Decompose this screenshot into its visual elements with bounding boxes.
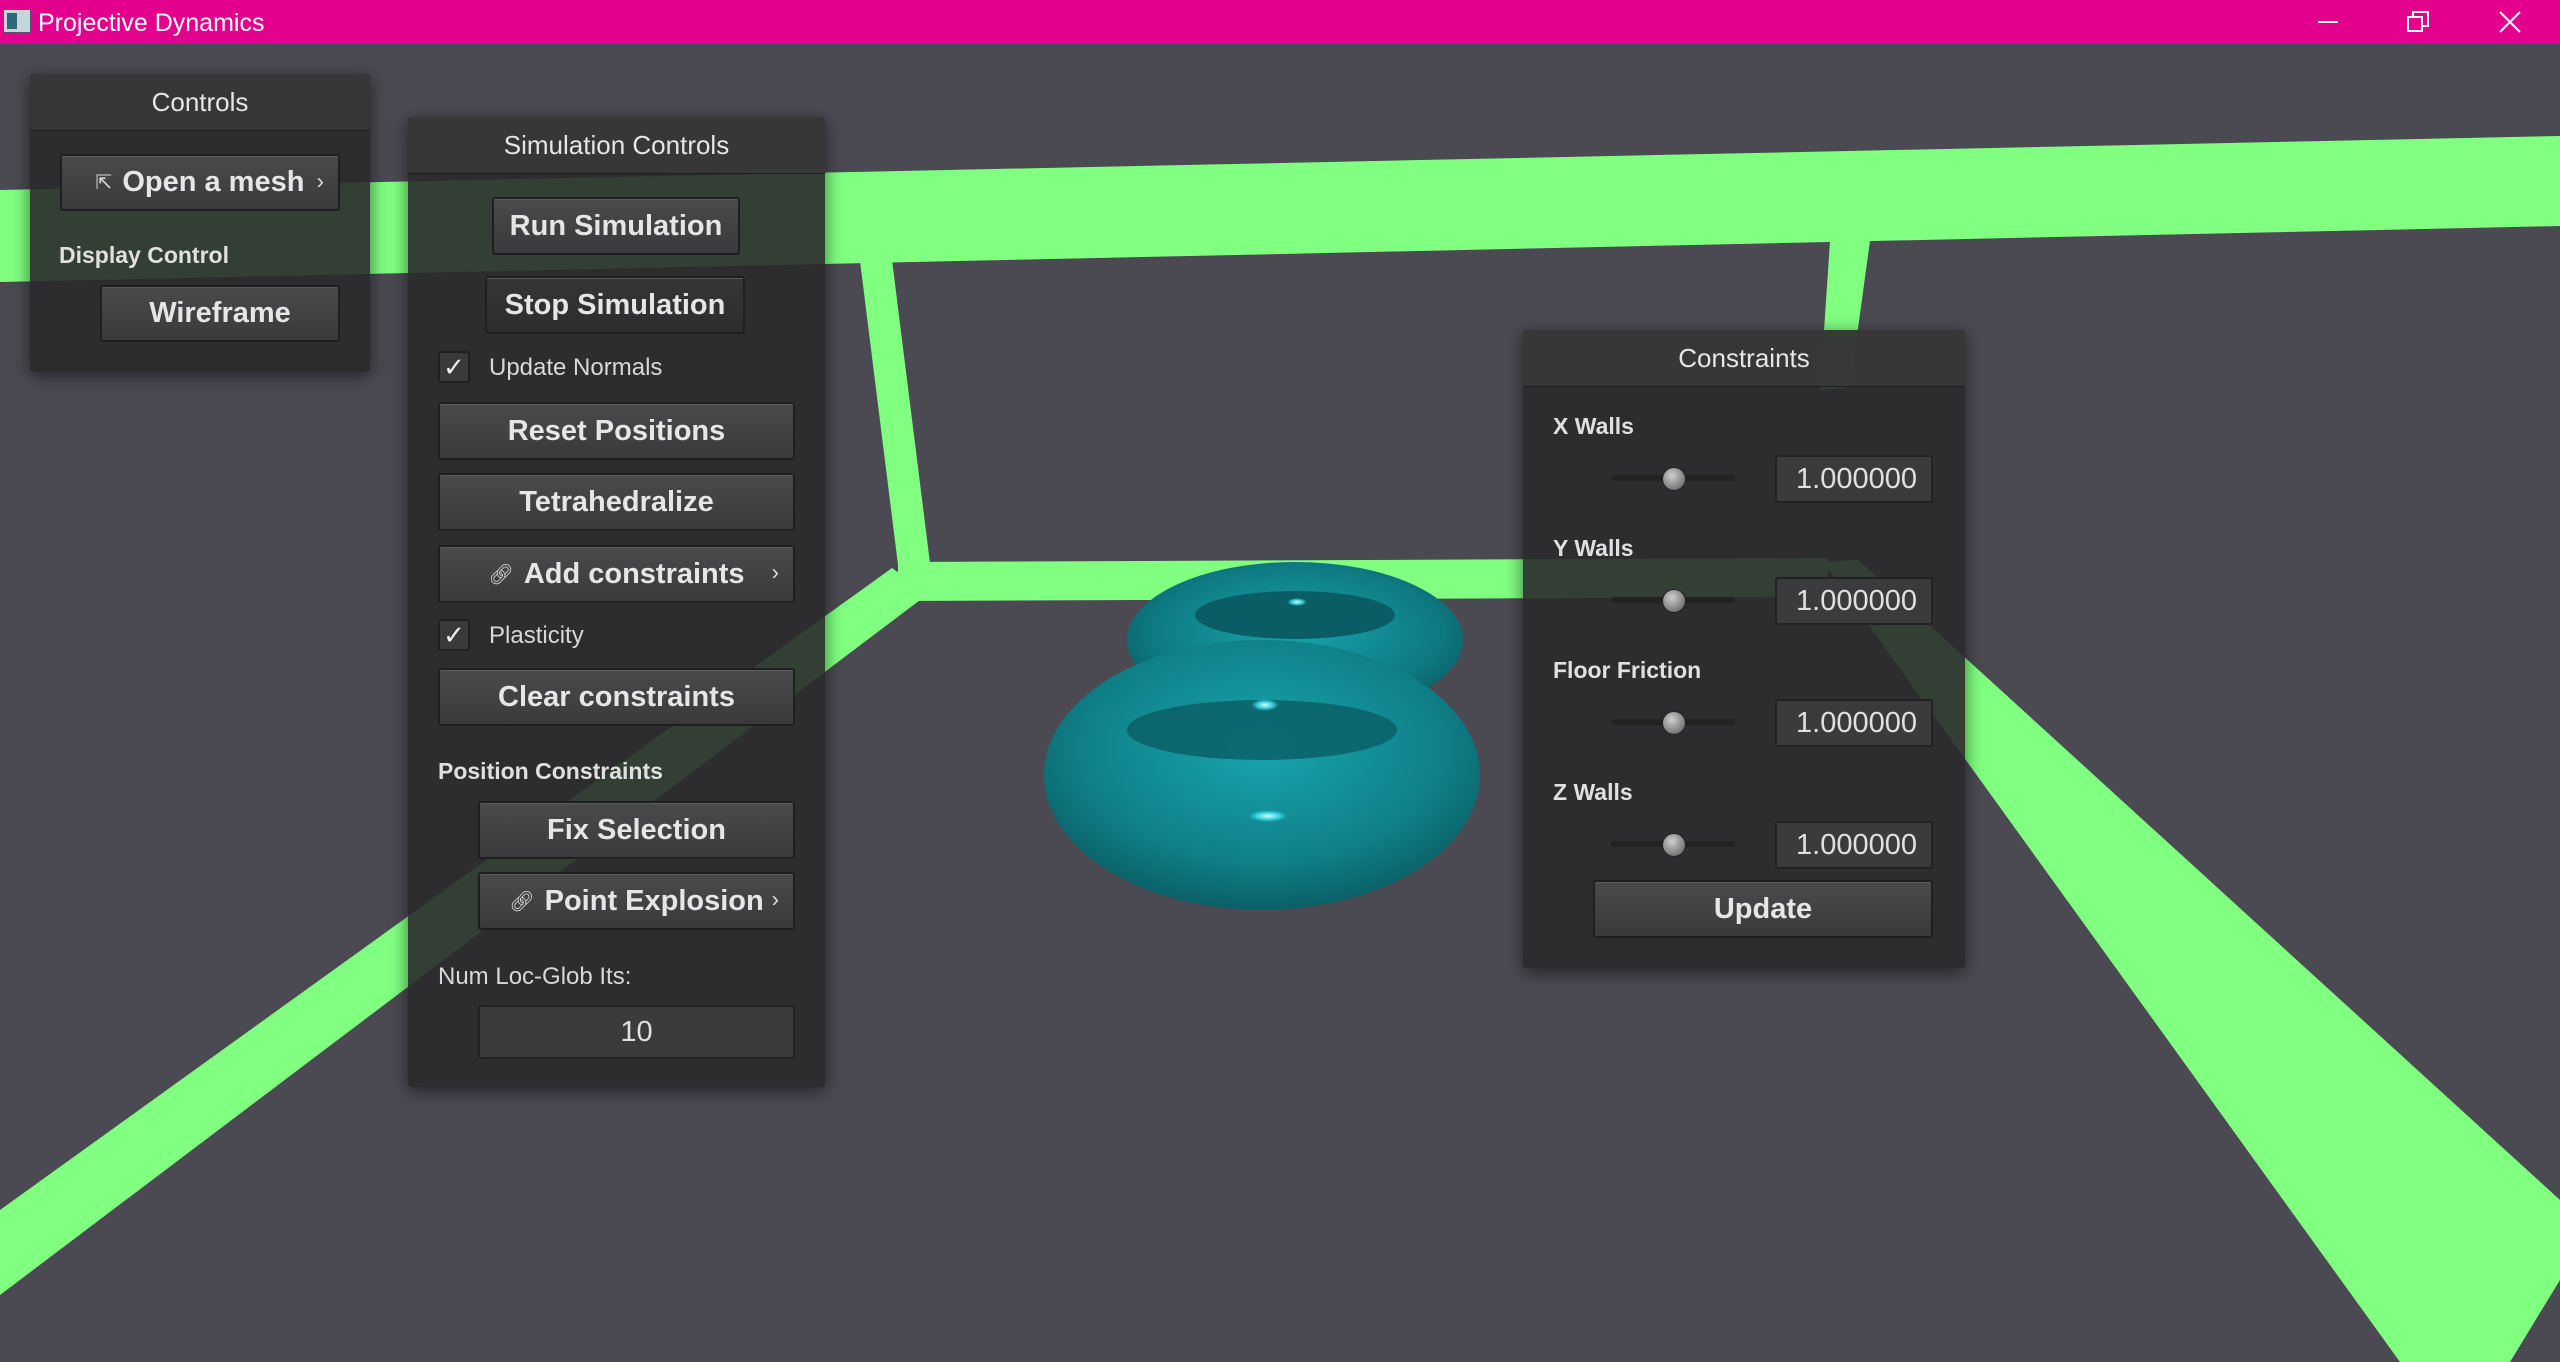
link-icon: 🔗︎ xyxy=(488,563,514,586)
window-title-bar: Projective Dynamics xyxy=(0,0,2560,44)
plasticity-checkbox[interactable]: ✓ xyxy=(438,619,470,651)
slider-knob[interactable] xyxy=(1662,467,1686,491)
stop-simulation-button[interactable]: Stop Simulation xyxy=(485,276,745,334)
slider-knob[interactable] xyxy=(1662,711,1686,735)
controls-panel: Controls ⇱ Open a mesh › Display Control… xyxy=(30,74,370,372)
link-icon: 🔗︎ xyxy=(509,890,535,913)
constraint-label: X Walls xyxy=(1553,413,1634,439)
reset-positions-button[interactable]: Reset Positions xyxy=(438,402,795,460)
chevron-right-icon: › xyxy=(316,168,324,194)
simulation-controls-panel: Simulation Controls Run Simulation Stop … xyxy=(408,117,825,1087)
window-title: Projective Dynamics xyxy=(38,9,265,37)
point-explosion-button[interactable]: 🔗︎ Point Explosion › xyxy=(478,872,795,930)
minimize-button[interactable] xyxy=(2282,0,2374,44)
update-normals-checkbox[interactable]: ✓ xyxy=(438,351,470,383)
clear-constraints-button[interactable]: Clear constraints xyxy=(438,668,795,726)
controls-panel-title: Controls xyxy=(30,74,370,131)
wireframe-button[interactable]: Wireframe xyxy=(100,285,340,342)
open-mesh-label: Open a mesh xyxy=(122,166,305,198)
run-simulation-button[interactable]: Run Simulation xyxy=(492,197,740,255)
checkmark-icon: ✓ xyxy=(443,352,465,382)
constraint-value-input[interactable]: 1.000000 xyxy=(1775,577,1933,625)
minimize-icon xyxy=(2318,21,2338,23)
add-constraints-button[interactable]: 🔗︎ Add constraints › xyxy=(438,545,795,603)
constraint-value-input[interactable]: 1.000000 xyxy=(1775,699,1933,747)
close-button[interactable] xyxy=(2464,0,2556,44)
constraint-label: Z Walls xyxy=(1553,779,1633,805)
open-mesh-button[interactable]: ⇱ Open a mesh › xyxy=(60,154,340,211)
app-icon xyxy=(3,9,31,33)
constraint-label: Y Walls xyxy=(1553,535,1634,561)
torus-mesh xyxy=(1044,562,1480,910)
fix-selection-button[interactable]: Fix Selection xyxy=(478,801,795,859)
constraint-label: Floor Friction xyxy=(1553,657,1702,683)
simulation-panel-title: Simulation Controls xyxy=(408,117,825,174)
export-icon: ⇱ xyxy=(95,172,113,194)
point-explosion-label: Point Explosion xyxy=(544,884,764,917)
update-normals-label: Update Normals xyxy=(489,354,663,381)
display-control-label: Display Control xyxy=(59,242,229,268)
restore-button[interactable] xyxy=(2372,0,2464,44)
scene-canvas xyxy=(0,136,2560,1362)
update-button[interactable]: Update xyxy=(1593,880,1933,938)
tetrahedralize-button[interactable]: Tetrahedralize xyxy=(438,473,795,531)
constraint-value-input[interactable]: 1.000000 xyxy=(1775,821,1933,869)
chevron-right-icon: › xyxy=(771,886,779,912)
slider-knob[interactable] xyxy=(1662,589,1686,613)
close-icon xyxy=(2499,11,2521,33)
slider-knob[interactable] xyxy=(1662,833,1686,857)
position-constraints-label: Position Constraints xyxy=(438,758,663,784)
checkmark-icon: ✓ xyxy=(443,620,465,650)
constraints-panel-title: Constraints xyxy=(1523,330,1965,387)
chevron-right-icon: › xyxy=(771,559,779,585)
constraints-panel: Constraints X Walls 1.000000 Y Walls 1.0000… xyxy=(1523,330,1965,968)
num-loc-glob-its-label: Num Loc-Glob Its: xyxy=(438,963,632,990)
add-constraints-label: Add constraints xyxy=(523,557,745,590)
restore-icon xyxy=(2407,11,2429,32)
num-loc-glob-its-input[interactable]: 10 xyxy=(478,1005,795,1059)
plasticity-label: Plasticity xyxy=(489,622,584,649)
constraint-value-input[interactable]: 1.000000 xyxy=(1775,455,1933,503)
3d-viewport[interactable] xyxy=(0,44,2560,1362)
